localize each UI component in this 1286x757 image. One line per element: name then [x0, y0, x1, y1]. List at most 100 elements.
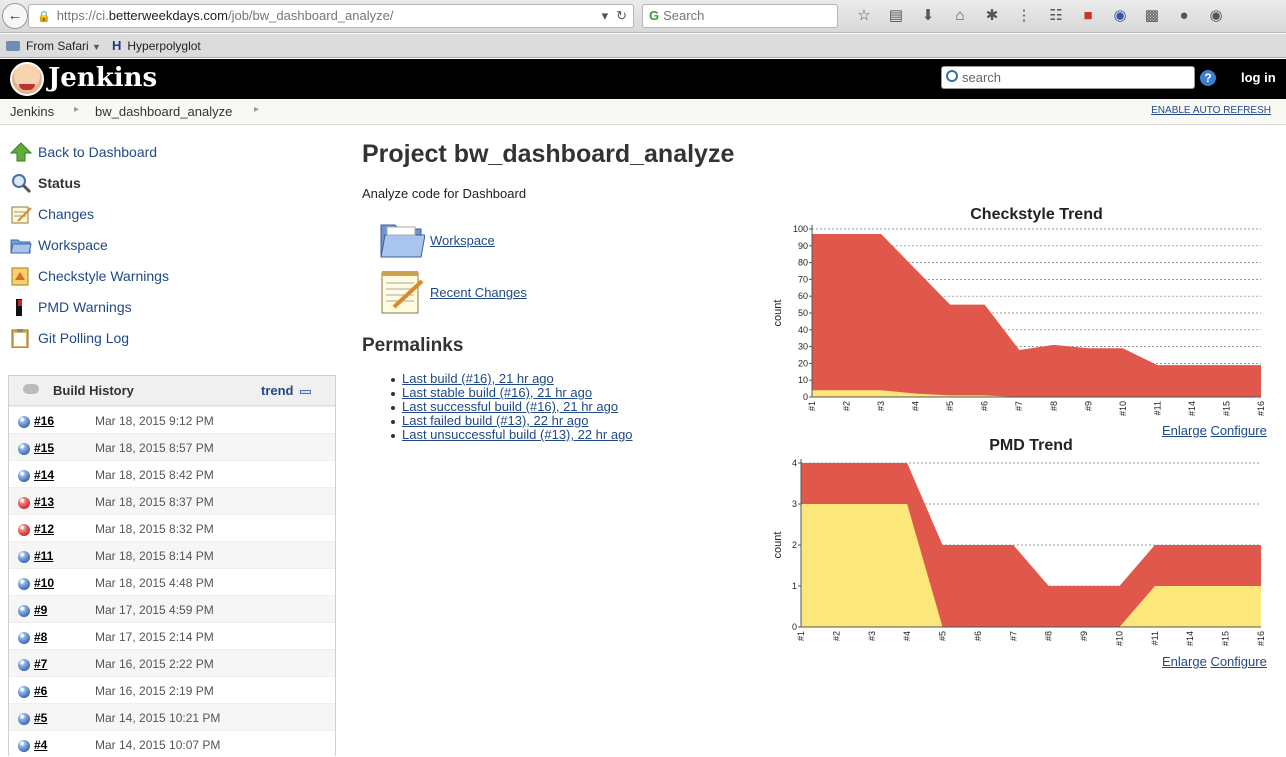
x-tick-label: #6: [973, 631, 983, 641]
y-tick-label: 100: [793, 224, 808, 234]
build-status-ball-icon[interactable]: [18, 416, 30, 428]
url-bar[interactable]: 🔒 https://ci.betterweekdays.com/job/bw_da…: [28, 4, 634, 28]
x-tick-label: #7: [1008, 631, 1018, 641]
permalink-last-failed-build[interactable]: Last failed build (#13), 22 hr ago: [402, 413, 588, 428]
build-number-link[interactable]: #10: [34, 576, 54, 590]
build-status-ball-icon[interactable]: [18, 470, 30, 482]
workspace-folder-icon[interactable]: [379, 219, 425, 259]
bookmark-hyperpolyglot[interactable]: H Hyperpolyglot: [112, 38, 201, 54]
workspace-link[interactable]: Workspace: [430, 233, 495, 248]
breadcrumb-separator-icon[interactable]: ▸: [254, 104, 259, 115]
build-status-ball-icon[interactable]: [18, 605, 30, 617]
build-status-ball-icon[interactable]: [18, 659, 30, 671]
jenkins-title[interactable]: Jenkins: [48, 60, 157, 96]
build-number-link[interactable]: #13: [34, 495, 54, 509]
build-number-link[interactable]: #9: [34, 603, 47, 617]
task-git-polling-log[interactable]: Git Polling Log: [10, 326, 310, 350]
build-history-trend-link[interactable]: trend: [261, 383, 294, 398]
reading-list-icon[interactable]: ▤: [880, 6, 912, 26]
x-tick-label: #3: [876, 401, 886, 411]
breadcrumb-project[interactable]: bw_dashboard_analyze: [95, 104, 232, 119]
puzzle-icon[interactable]: ■: [1072, 6, 1104, 26]
task-checkstyle-warnings[interactable]: Checkstyle Warnings: [10, 264, 310, 288]
build-number-link[interactable]: #11: [34, 549, 53, 563]
login-link[interactable]: log in: [1241, 70, 1276, 85]
build-status-ball-icon[interactable]: [18, 497, 30, 509]
build-number-link[interactable]: #15: [34, 441, 54, 455]
sleep-icon[interactable]: ▩: [1136, 6, 1168, 26]
build-status-ball-icon[interactable]: [18, 632, 30, 644]
pmd-enlarge-link[interactable]: Enlarge: [1162, 654, 1207, 669]
reload-icon[interactable]: ↻: [616, 8, 627, 23]
home-icon[interactable]: ⌂: [944, 6, 976, 26]
star-icon[interactable]: ☆: [848, 6, 880, 26]
dropdown-icon[interactable]: ▾: [602, 8, 609, 23]
build-status-ball-icon[interactable]: [18, 686, 30, 698]
task-back-to-dashboard[interactable]: Back to Dashboard: [10, 140, 310, 164]
hyperpolyglot-icon: H: [112, 38, 122, 53]
x-tick-label: #10: [1118, 401, 1128, 416]
build-date: Mar 18, 2015 8:32 PM: [95, 522, 214, 536]
download-icon[interactable]: ⬇: [912, 6, 944, 26]
build-number-link[interactable]: #16: [34, 414, 54, 428]
jenkins-search-input[interactable]: search: [941, 66, 1195, 89]
jenkins-logo-icon[interactable]: [10, 62, 44, 96]
url-prefix: https://ci.: [56, 8, 109, 23]
build-date: Mar 18, 2015 8:37 PM: [95, 495, 214, 509]
task-label[interactable]: Status: [38, 171, 81, 195]
pmd-configure-link[interactable]: Configure: [1210, 654, 1266, 669]
breadcrumb-jenkins[interactable]: Jenkins: [10, 104, 54, 119]
task-pmd-warnings[interactable]: PMD Warnings: [10, 295, 310, 319]
permalink-last-unsuccessful-build[interactable]: Last unsuccessful build (#13), 22 hr ago: [402, 427, 633, 442]
task-changes[interactable]: Changes: [10, 202, 310, 226]
collapse-icon[interactable]: [300, 390, 311, 394]
task-status[interactable]: Status: [10, 171, 310, 195]
permalink-last-successful-build[interactable]: Last successful build (#16), 21 hr ago: [402, 399, 618, 414]
recent-changes-notepad-icon[interactable]: [380, 269, 424, 315]
task-label[interactable]: Changes: [38, 202, 94, 226]
build-status-ball-icon[interactable]: [18, 551, 30, 563]
chevron-down-icon: ▼: [92, 42, 101, 52]
chat-icon[interactable]: ●: [1168, 6, 1200, 26]
lock-icon: 🔒: [37, 11, 51, 23]
table-row: #8 Mar 17, 2015 2:14 PM: [9, 622, 335, 649]
task-label[interactable]: Back to Dashboard: [38, 140, 157, 164]
bookmark-folder-from-safari[interactable]: From Safari ▼: [6, 38, 101, 55]
abp-icon[interactable]: ◉: [1104, 6, 1136, 26]
recent-changes-link[interactable]: Recent Changes: [430, 285, 527, 300]
build-number-link[interactable]: #12: [34, 522, 54, 536]
build-number-link[interactable]: #5: [34, 711, 47, 725]
browser-search-input[interactable]: G Search: [642, 4, 838, 28]
checkstyle-trend-chart[interactable]: Checkstyle Trend 0 10 20 30 40 50 60 70 80 90 100 #1…: [766, 202, 1266, 424]
build-number-link[interactable]: #8: [34, 630, 47, 644]
list-item: Last stable build (#16), 21 hr ago: [391, 385, 633, 400]
bug-icon[interactable]: ✱: [976, 6, 1008, 26]
task-workspace[interactable]: Workspace: [10, 233, 310, 257]
build-number-link[interactable]: #14: [34, 468, 54, 482]
build-status-ball-icon[interactable]: [18, 524, 30, 536]
help-icon[interactable]: ?: [1200, 70, 1216, 86]
breadcrumb-separator-icon[interactable]: ▸: [74, 104, 79, 115]
build-number-link[interactable]: #4: [34, 738, 47, 752]
build-status-ball-icon[interactable]: [18, 578, 30, 590]
build-status-ball-icon[interactable]: [18, 740, 30, 752]
build-number-link[interactable]: #6: [34, 684, 47, 698]
sitemap-icon[interactable]: ☷: [1040, 6, 1072, 26]
task-label[interactable]: Workspace: [38, 233, 108, 257]
task-label[interactable]: Git Polling Log: [38, 326, 129, 350]
footprints-icon[interactable]: ⋮: [1008, 6, 1040, 26]
permalink-last-build[interactable]: Last build (#16), 21 hr ago: [402, 371, 554, 386]
build-number-link[interactable]: #7: [34, 657, 47, 671]
build-date: Mar 18, 2015 8:42 PM: [95, 468, 214, 482]
permalink-last-stable-build[interactable]: Last stable build (#16), 21 hr ago: [402, 385, 592, 400]
color-picker-icon[interactable]: ◉: [1200, 6, 1232, 26]
build-status-ball-icon[interactable]: [18, 713, 30, 725]
enable-auto-refresh-link[interactable]: ENABLE AUTO REFRESH: [1151, 105, 1271, 116]
build-status-ball-icon[interactable]: [18, 443, 30, 455]
back-button[interactable]: ←: [2, 3, 28, 29]
task-label[interactable]: PMD Warnings: [38, 295, 132, 319]
build-date: Mar 16, 2015 2:22 PM: [95, 657, 214, 671]
task-label[interactable]: Checkstyle Warnings: [38, 264, 169, 288]
table-row: #6 Mar 16, 2015 2:19 PM: [9, 676, 335, 703]
pmd-trend-chart[interactable]: PMD Trend 0 1 2 3 4 #1 #2 #3 #4 #5 #6 #7 #8 #9 #10 #11 #1…: [766, 433, 1266, 655]
